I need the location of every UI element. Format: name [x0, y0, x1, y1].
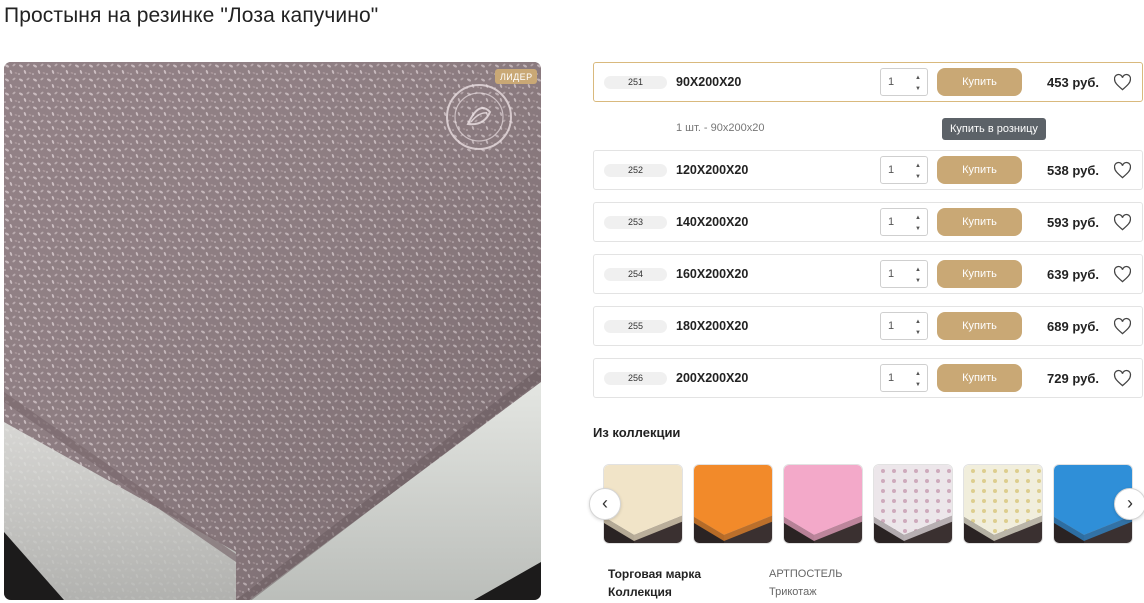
sku-badge: 253 — [604, 216, 667, 229]
variant-size: 140Х200Х20 — [676, 215, 749, 229]
heart-icon[interactable] — [1113, 161, 1132, 180]
variant-row: 254 160Х200Х20 1 ▲ ▼ Купить 639 руб. — [593, 254, 1143, 294]
selected-note: 1 шт. - 90х200х20 — [676, 122, 765, 134]
buy-button[interactable]: Купить — [937, 156, 1022, 184]
brand-watermark-icon — [444, 82, 514, 152]
decrement-arrow-icon[interactable]: ▼ — [915, 174, 921, 180]
decrement-arrow-icon[interactable]: ▼ — [915, 382, 921, 388]
increment-arrow-icon[interactable]: ▲ — [915, 75, 921, 81]
decrement-arrow-icon[interactable]: ▼ — [915, 86, 921, 92]
retail-buy-tooltip: Купить в розницу — [942, 118, 1046, 140]
quantity-stepper[interactable]: 1 ▲ ▼ — [880, 260, 928, 288]
decrement-arrow-icon[interactable]: ▼ — [915, 330, 921, 336]
increment-arrow-icon[interactable]: ▲ — [915, 267, 921, 273]
chevron-right-icon[interactable]: › — [1114, 488, 1144, 520]
collection-thumb[interactable] — [783, 464, 863, 544]
spec-value-brand[interactable]: АРТПОСТЕЛЬ — [769, 568, 842, 580]
chevron-left-icon[interactable]: ‹ — [589, 488, 621, 520]
variant-row: 255 180Х200Х20 1 ▲ ▼ Купить 689 руб. — [593, 306, 1143, 346]
variant-size: 180Х200Х20 — [676, 319, 749, 333]
variant-row: 252 120Х200Х20 1 ▲ ▼ Купить 538 руб. — [593, 150, 1143, 190]
collection-thumb[interactable] — [693, 464, 773, 544]
sku-badge: 251 — [604, 76, 667, 89]
spec-label-brand: Торговая марка — [608, 567, 702, 581]
quantity-stepper[interactable]: 1 ▲ ▼ — [880, 208, 928, 236]
heart-icon[interactable] — [1113, 73, 1132, 92]
variant-row: 251 90Х200Х20 1 ▲ ▼ Купить 453 руб. — [593, 62, 1143, 102]
variant-price: 689 руб. — [1047, 319, 1099, 334]
variant-price: 639 руб. — [1047, 267, 1099, 282]
heart-icon[interactable] — [1113, 317, 1132, 336]
buy-button[interactable]: Купить — [937, 312, 1022, 340]
variant-price: 593 руб. — [1047, 215, 1099, 230]
quantity-value[interactable]: 1 — [888, 320, 894, 332]
variant-row: 256 200Х200Х20 1 ▲ ▼ Купить 729 руб. — [593, 358, 1143, 398]
increment-arrow-icon[interactable]: ▲ — [915, 319, 921, 325]
spec-label-collection: Коллекция — [608, 585, 672, 599]
variant-row: 253 140Х200Х20 1 ▲ ▼ Купить 593 руб. — [593, 202, 1143, 242]
variant-price: 538 руб. — [1047, 163, 1099, 178]
quantity-stepper[interactable]: 1 ▲ ▼ — [880, 156, 928, 184]
variant-size: 200Х200Х20 — [676, 371, 749, 385]
quantity-value[interactable]: 1 — [888, 76, 894, 88]
increment-arrow-icon[interactable]: ▲ — [915, 163, 921, 169]
sku-badge: 255 — [604, 320, 667, 333]
quantity-value[interactable]: 1 — [888, 216, 894, 228]
buy-button[interactable]: Купить — [937, 208, 1022, 236]
collection-thumb[interactable] — [963, 464, 1043, 544]
quantity-stepper[interactable]: 1 ▲ ▼ — [880, 364, 928, 392]
variant-size: 120Х200Х20 — [676, 163, 749, 177]
heart-icon[interactable] — [1113, 265, 1132, 284]
spec-value-collection[interactable]: Трикотаж — [769, 586, 817, 598]
quantity-stepper[interactable]: 1 ▲ ▼ — [880, 68, 928, 96]
quantity-stepper[interactable]: 1 ▲ ▼ — [880, 312, 928, 340]
sku-badge: 256 — [604, 372, 667, 385]
collection-thumb[interactable] — [873, 464, 953, 544]
page-title: Простыня на резинке "Лоза капучино" — [4, 4, 379, 27]
quantity-value[interactable]: 1 — [888, 268, 894, 280]
heart-icon[interactable] — [1113, 213, 1132, 232]
quantity-value[interactable]: 1 — [888, 372, 894, 384]
collection-title: Из коллекции — [593, 425, 681, 440]
increment-arrow-icon[interactable]: ▲ — [915, 215, 921, 221]
variant-price: 729 руб. — [1047, 371, 1099, 386]
decrement-arrow-icon[interactable]: ▼ — [915, 226, 921, 232]
buy-button[interactable]: Купить — [937, 364, 1022, 392]
buy-button[interactable]: Купить — [937, 260, 1022, 288]
sku-badge: 252 — [604, 164, 667, 177]
variant-size: 90Х200Х20 — [676, 75, 742, 89]
buy-button[interactable]: Купить — [937, 68, 1022, 96]
quantity-value[interactable]: 1 — [888, 164, 894, 176]
heart-icon[interactable] — [1113, 369, 1132, 388]
variant-size: 160Х200Х20 — [676, 267, 749, 281]
decrement-arrow-icon[interactable]: ▼ — [915, 278, 921, 284]
increment-arrow-icon[interactable]: ▲ — [915, 371, 921, 377]
sku-badge: 254 — [604, 268, 667, 281]
variant-price: 453 руб. — [1047, 75, 1099, 90]
